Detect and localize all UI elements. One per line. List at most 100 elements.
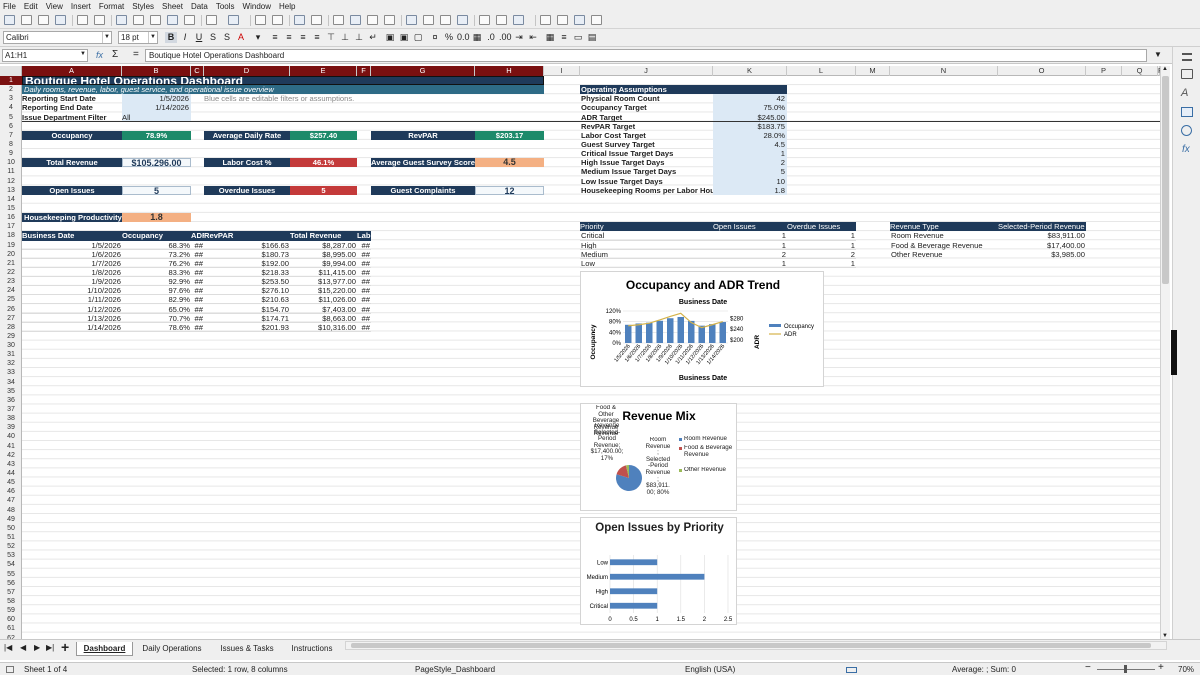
- split-icon[interactable]: [574, 15, 585, 25]
- daily-table-cell[interactable]: $11,026.00: [290, 295, 357, 305]
- daily-table-cell[interactable]: $7,403.00: [290, 305, 357, 314]
- spelling-icon[interactable]: [272, 15, 283, 25]
- status-language[interactable]: English (USA): [685, 665, 735, 674]
- row-header[interactable]: 19: [0, 241, 22, 250]
- export-icon[interactable]: [55, 15, 66, 25]
- priority-table-cell[interactable]: 1: [787, 241, 856, 250]
- hyperlink-icon[interactable]: [479, 15, 490, 25]
- row-header[interactable]: 59: [0, 606, 22, 615]
- tab-issues-tasks[interactable]: Issues & Tasks: [214, 642, 280, 656]
- daily-table-cell[interactable]: $10,316.00: [290, 323, 357, 332]
- assumption-value[interactable]: $183.75: [713, 121, 787, 131]
- column-header-j[interactable]: J: [580, 66, 713, 76]
- sort-icon[interactable]: [333, 15, 344, 25]
- row-header[interactable]: 43: [0, 460, 22, 469]
- shadow-icon[interactable]: S: [221, 32, 233, 43]
- paste-icon[interactable]: [150, 15, 161, 25]
- add-decimal-icon[interactable]: .0: [485, 32, 497, 43]
- row-header[interactable]: 18: [0, 231, 22, 240]
- chart-icon[interactable]: [423, 15, 434, 25]
- column-header-b[interactable]: B: [122, 66, 191, 76]
- row-header[interactable]: 24: [0, 286, 22, 295]
- priority-table-cell[interactable]: 1: [787, 231, 856, 241]
- conditional-icon[interactable]: ▤: [586, 32, 598, 43]
- priority-table-cell[interactable]: 1: [787, 259, 856, 268]
- row-header[interactable]: 47: [0, 496, 22, 505]
- daily-table-cell[interactable]: $201.93: [204, 323, 290, 332]
- print-preview-icon[interactable]: [94, 15, 105, 25]
- column-header-d[interactable]: D: [204, 66, 290, 76]
- copy-icon[interactable]: [133, 15, 144, 25]
- daily-table-cell[interactable]: $9,994.00: [290, 259, 357, 268]
- kpi-value-adr[interactable]: $257.40: [290, 130, 357, 140]
- assumption-value[interactable]: 10: [713, 176, 787, 186]
- sidebar-collapse-handle[interactable]: [1171, 330, 1177, 375]
- scrollbar-thumb[interactable]: [1162, 76, 1169, 284]
- percent-icon[interactable]: %: [443, 32, 455, 43]
- menu-sheet[interactable]: Sheet: [162, 2, 183, 11]
- row-header[interactable]: 31: [0, 350, 22, 359]
- merge-center-icon[interactable]: ▣: [398, 32, 410, 43]
- assumption-label[interactable]: Critical Issue Target Days: [580, 149, 713, 158]
- daily-table-cell[interactable]: $11,415.00: [290, 268, 357, 278]
- underline-icon[interactable]: U: [193, 32, 205, 43]
- daily-table-cell[interactable]: 65.0%: [122, 305, 191, 314]
- align-bottom-icon[interactable]: ⊥: [353, 32, 365, 43]
- daily-table-cell[interactable]: ##: [191, 259, 204, 268]
- column-header-i[interactable]: I: [544, 66, 580, 76]
- scroll-up-icon[interactable]: ▲: [1162, 66, 1168, 72]
- status-sum[interactable]: Average: ; Sum: 0: [952, 665, 1016, 674]
- row-header[interactable]: 12: [0, 177, 22, 186]
- indent-icon[interactable]: ⇥: [513, 32, 525, 43]
- image-icon[interactable]: [406, 15, 417, 25]
- number-icon[interactable]: 0.0: [457, 32, 470, 43]
- row-header[interactable]: 51: [0, 533, 22, 542]
- daily-table-cell[interactable]: $8,663.00: [290, 314, 357, 323]
- revenue-table-cell[interactable]: Other Revenue: [890, 250, 998, 259]
- daily-table-cell[interactable]: ##: [191, 277, 204, 287]
- daily-table-cell[interactable]: ##: [191, 295, 204, 305]
- assumption-value[interactable]: 1.8: [713, 185, 787, 195]
- daily-table-cell[interactable]: $192.00: [204, 259, 290, 268]
- kpi-label-revpar[interactable]: RevPAR: [371, 130, 475, 140]
- row-header[interactable]: 50: [0, 524, 22, 533]
- strikethrough-icon[interactable]: S: [207, 32, 219, 43]
- assumption-value[interactable]: 2: [713, 158, 787, 168]
- horizontal-scrollbar-thumb[interactable]: [351, 643, 1151, 648]
- first-sheet-icon[interactable]: |◀: [4, 643, 12, 652]
- priority-table-cell[interactable]: Medium: [580, 250, 713, 259]
- daily-table-cell[interactable]: 76.2%: [122, 259, 191, 268]
- assumption-label[interactable]: Guest Survey Target: [580, 140, 713, 149]
- daily-table-cell[interactable]: 1/14/2026: [22, 323, 122, 332]
- daily-table-cell[interactable]: $8,995.00: [290, 250, 357, 259]
- row-header[interactable]: 16: [0, 213, 22, 222]
- row-header[interactable]: 9: [0, 149, 22, 158]
- outdent-icon[interactable]: ⇤: [527, 32, 539, 43]
- row-header[interactable]: 42: [0, 451, 22, 460]
- comment-icon[interactable]: [496, 15, 507, 25]
- row-header[interactable]: 41: [0, 442, 22, 451]
- assumption-value[interactable]: 42: [713, 94, 787, 104]
- row-header[interactable]: 1: [0, 76, 22, 86]
- column-header-e[interactable]: E: [290, 66, 357, 76]
- rows-icon[interactable]: [294, 15, 305, 25]
- font-size-box[interactable]: 18 pt ▼: [118, 31, 158, 44]
- vertical-scrollbar[interactable]: ▲ ▼: [1160, 66, 1170, 639]
- daily-table-cell[interactable]: 1/12/2026: [22, 305, 122, 314]
- priority-table-cell[interactable]: 2: [713, 250, 787, 259]
- tab-daily-operations[interactable]: Daily Operations: [136, 642, 208, 656]
- tab-instructions[interactable]: Instructions: [284, 642, 340, 656]
- columns-icon[interactable]: [311, 15, 322, 25]
- daily-table-cell[interactable]: 1/6/2026: [22, 250, 122, 259]
- daily-table-header[interactable]: Lab: [357, 231, 371, 241]
- daily-table-cell[interactable]: $154.70: [204, 305, 290, 314]
- priority-table-cell[interactable]: 1: [713, 231, 787, 241]
- font-color-icon[interactable]: A: [235, 32, 247, 43]
- properties-icon[interactable]: [1181, 69, 1193, 79]
- daily-table-cell[interactable]: ##: [191, 286, 204, 296]
- cut-icon[interactable]: [116, 15, 127, 25]
- row-header[interactable]: 34: [0, 378, 22, 387]
- open-issues-chart[interactable]: Open Issues by Priority 0 0.5 1 1.5 2 2.5 Criti…: [580, 517, 737, 625]
- daily-table-cell[interactable]: 78.6%: [122, 323, 191, 332]
- name-box-dropdown-icon[interactable]: ▼: [80, 51, 86, 57]
